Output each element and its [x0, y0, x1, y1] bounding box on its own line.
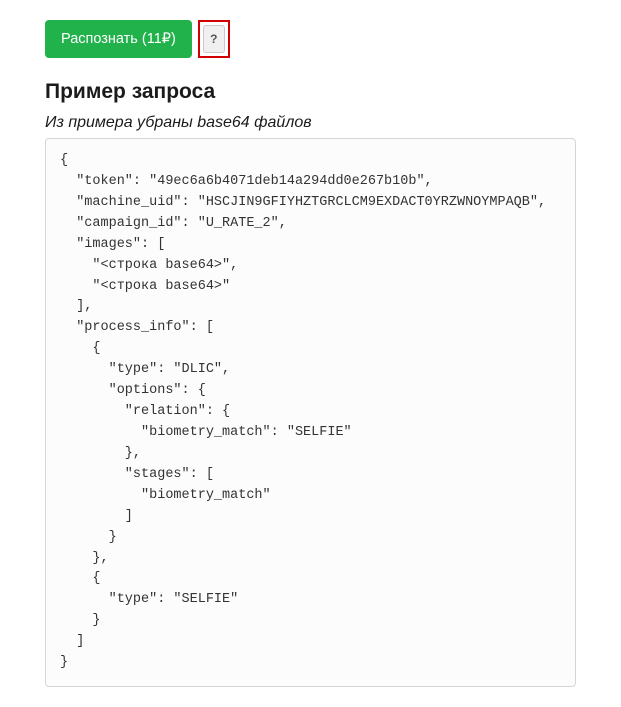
section-title: Пример запроса [45, 80, 576, 104]
help-button[interactable]: ? [203, 25, 225, 53]
recognize-button[interactable]: Распознать (11₽) [45, 20, 192, 58]
action-row: Распознать (11₽) ? [45, 20, 576, 58]
help-highlight-frame: ? [198, 20, 230, 58]
request-example-code: { "token": "49ec6a6b4071deb14a294dd0e267… [45, 138, 576, 687]
section-subtitle: Из примера убраны base64 файлов [45, 114, 576, 132]
